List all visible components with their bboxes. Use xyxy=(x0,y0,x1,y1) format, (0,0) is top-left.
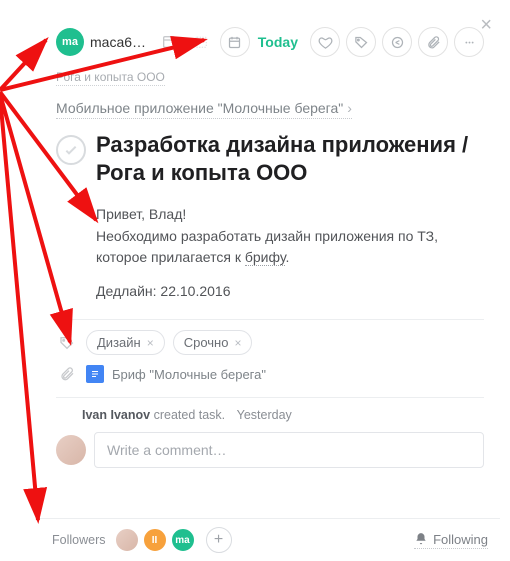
tag-chip[interactable]: Дизайн × xyxy=(86,330,165,355)
follower-avatar[interactable]: II xyxy=(142,527,168,553)
followers-label: Followers xyxy=(52,533,106,547)
following-toggle[interactable]: Following xyxy=(414,532,488,549)
following-label: Following xyxy=(433,532,488,547)
chevron-right-icon: › xyxy=(347,100,352,116)
tag-outline-icon xyxy=(56,335,78,351)
activity-action: created task. xyxy=(154,408,226,422)
desc-line: Привет, Влад! xyxy=(96,204,484,224)
tag-icon[interactable] xyxy=(346,27,376,57)
comment-input[interactable] xyxy=(94,432,484,468)
divider xyxy=(56,319,484,320)
activity-time: Yesterday xyxy=(237,408,292,422)
task-description[interactable]: Привет, Влад! Необходимо разработать диз… xyxy=(96,204,484,301)
org-link[interactable]: Рога и копыта ООО xyxy=(56,70,165,86)
project-link[interactable]: Мобильное приложение "Молочные берега" › xyxy=(56,100,352,119)
project-icon[interactable] xyxy=(156,29,182,55)
follower-avatar[interactable]: ma xyxy=(170,527,196,553)
desc-line: Необходимо разработать дизайн приложения… xyxy=(96,226,484,267)
paperclip-icon xyxy=(56,366,78,382)
tag-remove-icon[interactable]: × xyxy=(234,336,241,350)
assignee-name[interactable]: maca611… xyxy=(90,34,150,50)
task-title[interactable]: Разработка дизайна приложения / Рога и к… xyxy=(96,131,484,186)
deadline-line: Дедлайн: 22.10.2016 xyxy=(96,281,484,301)
project-name: Мобильное приложение "Молочные берега" xyxy=(56,100,343,116)
add-follower-button[interactable]: + xyxy=(206,527,232,553)
activity-entry: Ivan Ivanov created task. Yesterday xyxy=(82,408,484,422)
calendar-icon[interactable] xyxy=(220,27,250,57)
heart-icon[interactable] xyxy=(310,27,340,57)
assignee-avatar[interactable]: ma xyxy=(56,28,84,56)
activity-user[interactable]: Ivan Ivanov xyxy=(82,408,150,422)
tag-chip[interactable]: Срочно × xyxy=(173,330,253,355)
doc-icon xyxy=(86,365,104,383)
calendar-dotted-icon[interactable] xyxy=(188,29,214,55)
tag-label: Дизайн xyxy=(97,335,141,350)
attach-icon[interactable] xyxy=(418,27,448,57)
bell-icon xyxy=(414,532,428,546)
current-user-avatar[interactable] xyxy=(56,435,86,465)
close-icon[interactable]: × xyxy=(472,10,500,41)
attachment-link[interactable]: Бриф "Молочные берега" xyxy=(112,367,266,382)
divider xyxy=(56,397,484,398)
tag-remove-icon[interactable]: × xyxy=(147,336,154,350)
date-label[interactable]: Today xyxy=(258,34,298,50)
complete-checkbox[interactable] xyxy=(56,135,86,165)
follower-avatar[interactable] xyxy=(114,527,140,553)
share-icon[interactable] xyxy=(382,27,412,57)
tag-label: Срочно xyxy=(184,335,229,350)
